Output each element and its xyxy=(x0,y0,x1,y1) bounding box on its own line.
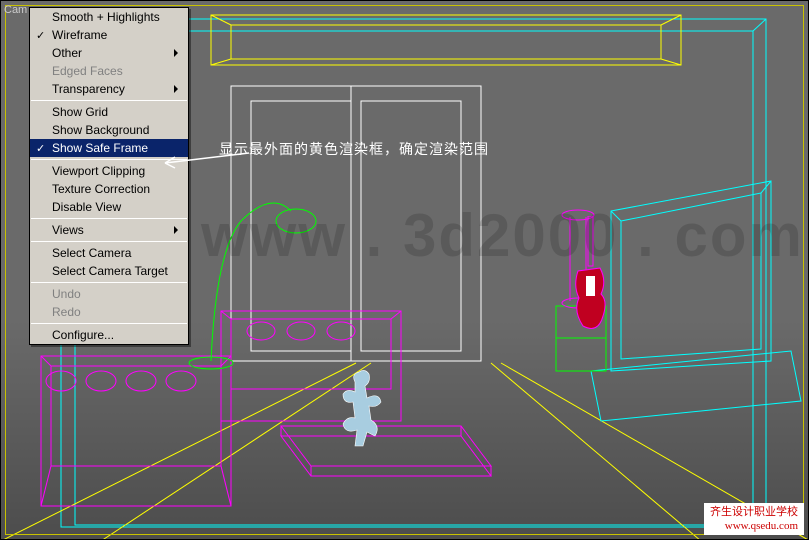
menu-label: Other xyxy=(52,46,82,60)
menu-separator xyxy=(31,323,187,324)
menu-label: Select Camera Target xyxy=(52,264,168,278)
menu-smooth-highlights[interactable]: Smooth + Highlights xyxy=(30,8,188,26)
menu-show-grid[interactable]: Show Grid xyxy=(30,103,188,121)
menu-views[interactable]: Views xyxy=(30,221,188,239)
menu-other[interactable]: Other xyxy=(30,44,188,62)
menu-configure[interactable]: Configure... xyxy=(30,326,188,344)
check-icon: ✓ xyxy=(36,142,45,155)
menu-label: Select Camera xyxy=(52,246,131,260)
menu-select-camera-target[interactable]: Select Camera Target xyxy=(30,262,188,280)
menu-separator xyxy=(31,241,187,242)
watermark-footer-line2: www.qsedu.com xyxy=(710,519,798,533)
menu-transparency[interactable]: Transparency xyxy=(30,80,188,98)
menu-label: Configure... xyxy=(52,328,114,342)
menu-separator xyxy=(31,282,187,283)
check-icon: ✓ xyxy=(36,29,45,42)
menu-label: Edged Faces xyxy=(52,64,123,78)
menu-redo[interactable]: Redo xyxy=(30,303,188,321)
menu-label: Undo xyxy=(52,287,81,301)
menu-label: Viewport Clipping xyxy=(52,164,145,178)
menu-separator xyxy=(31,100,187,101)
menu-disable-view[interactable]: Disable View xyxy=(30,198,188,216)
menu-texture-correction[interactable]: Texture Correction xyxy=(30,180,188,198)
menu-label: Disable View xyxy=(52,200,121,214)
menu-edged-faces[interactable]: Edged Faces xyxy=(30,62,188,80)
menu-label: Views xyxy=(52,223,84,237)
menu-label: Redo xyxy=(52,305,81,319)
viewport-context-menu: Smooth + Highlights ✓ Wireframe Other Edg… xyxy=(29,7,189,345)
viewport-label: Cam xyxy=(4,4,27,16)
menu-label: Texture Correction xyxy=(52,182,150,196)
menu-label: Show Grid xyxy=(52,105,108,119)
menu-label: Smooth + Highlights xyxy=(52,10,160,24)
watermark-footer: 齐生设计职业学校 www.qsedu.com xyxy=(704,503,804,535)
menu-label: Wireframe xyxy=(52,28,107,42)
menu-label: Show Safe Frame xyxy=(52,141,148,155)
menu-undo[interactable]: Undo xyxy=(30,285,188,303)
menu-label: Transparency xyxy=(52,82,125,96)
annotation-text: 显示最外面的黄色渲染框，确定渲染范围 xyxy=(219,139,489,159)
watermark-footer-line1: 齐生设计职业学校 xyxy=(710,505,798,519)
watermark-main: www . 3d2000 . com xyxy=(201,201,804,270)
menu-select-camera[interactable]: Select Camera xyxy=(30,244,188,262)
annotation-arrow-icon xyxy=(159,151,259,171)
menu-separator xyxy=(31,218,187,219)
menu-wireframe[interactable]: ✓ Wireframe xyxy=(30,26,188,44)
menu-show-background[interactable]: Show Background xyxy=(30,121,188,139)
menu-label: Show Background xyxy=(52,123,149,137)
